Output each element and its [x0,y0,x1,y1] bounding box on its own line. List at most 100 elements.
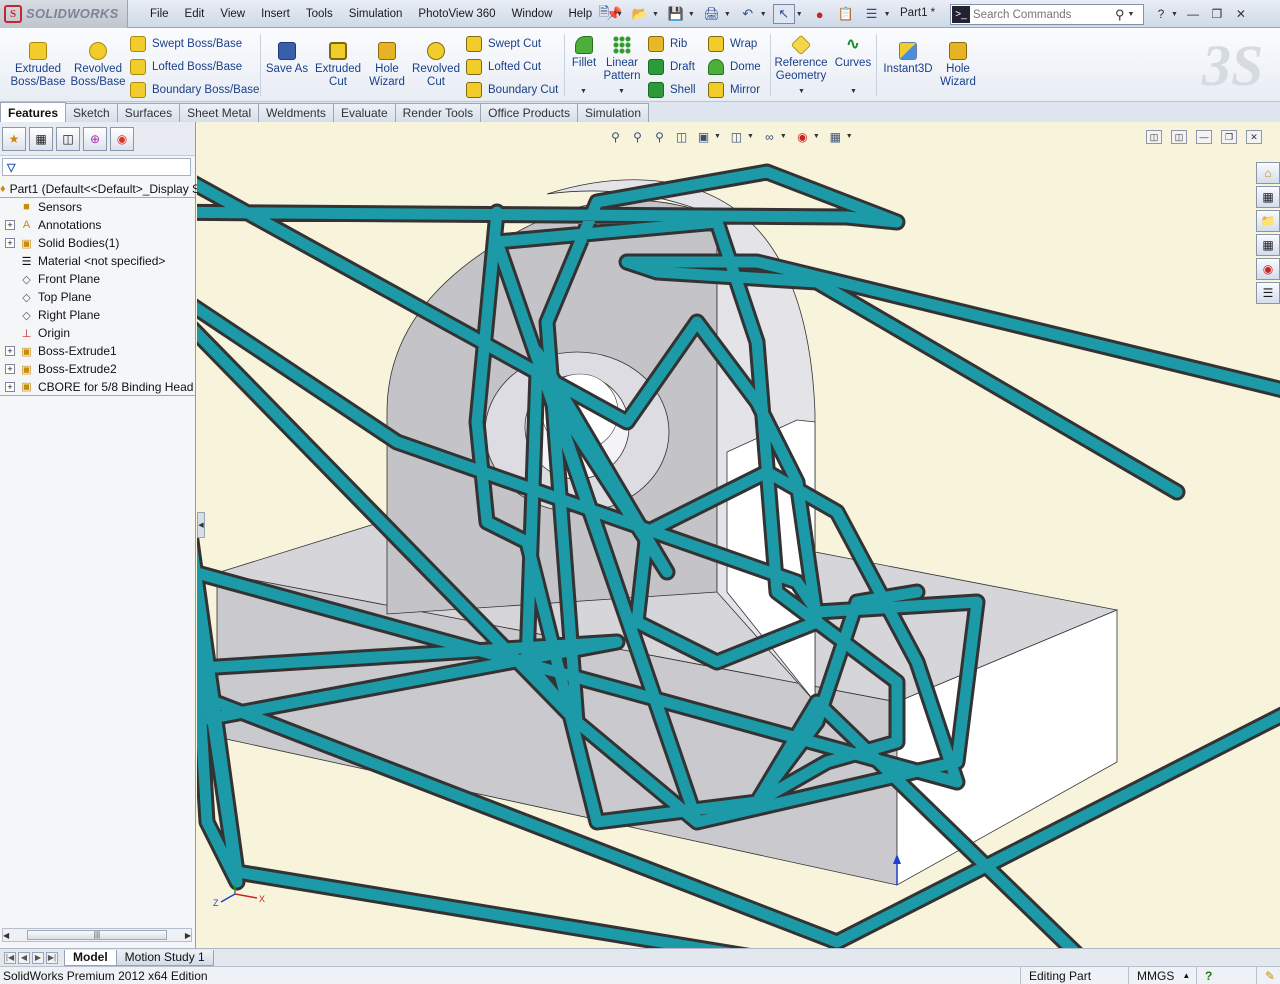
tree-item-annotations[interactable]: + A Annotations [0,216,195,234]
chevron-down-icon[interactable]: ▼ [760,11,767,18]
viewport-tile-icon[interactable]: ◫ [1146,130,1162,144]
design-library-icon[interactable]: ▦ [1256,186,1280,208]
boundary-cut-button[interactable]: Boundary Cut [466,81,558,99]
undo-icon[interactable]: ↶ [737,4,759,24]
chevron-down-icon[interactable]: ▼ [796,11,803,18]
select-cursor-icon[interactable]: ↖ [772,4,795,24]
viewport-close-icon[interactable]: ✕ [1246,130,1262,144]
view-palette-icon[interactable]: ▦ [1256,234,1280,256]
panel-collapse-handle[interactable]: ◀ [197,512,205,538]
search-icon[interactable]: ⚲ [1115,7,1125,23]
viewport-minimize-icon[interactable]: — [1196,130,1212,144]
tree-item-origin[interactable]: ⊥ Origin [0,324,195,342]
tree-filter[interactable]: ▽ [2,158,191,176]
curves-button[interactable]: ∿ Curves [834,36,872,70]
help-status-icon[interactable]: ? [1196,966,1256,984]
units-selector[interactable]: MMGS ▲ [1128,966,1196,984]
tree-item-right-plane[interactable]: ◇ Right Plane [0,306,195,324]
custom-properties-icon[interactable]: ☰ [1256,282,1280,304]
previous-view-icon[interactable]: ⚲ [651,128,668,145]
lofted-cut-button[interactable]: Lofted Cut [466,58,541,76]
feature-manager-icon[interactable]: ★ [2,126,26,151]
display-style-icon[interactable]: ◫ [728,128,745,145]
menu-file[interactable]: File [142,8,177,20]
scrollbar-thumb[interactable]: ||| [27,930,167,940]
chevron-down-icon[interactable]: ▼ [798,88,805,95]
dome-button[interactable]: Dome [708,58,761,76]
close-icon[interactable]: ✕ [1230,4,1252,24]
graphics-area[interactable]: X Z ⚲ ⚲ ⚲ ◫ ▣ ▼ ◫ ▼ ∞ ▼ ◉ ▼ ▦ ▼ ◫ ◫ — ❐ ✕ ⌂ ▦… [197,122,1280,948]
extruded-cut-button[interactable]: Extruded Cut [312,42,364,89]
chevron-down-icon[interactable]: ▼ [1171,11,1178,18]
edit-appearance-icon[interactable]: ◉ [794,128,811,145]
configuration-manager-icon[interactable]: ◫ [56,126,80,151]
last-tab-icon[interactable]: ▶| [46,951,58,964]
menu-insert[interactable]: Insert [253,8,298,20]
hole-wizard-button[interactable]: Hole Wizard [364,42,410,89]
filter-icon[interactable]: ▽ [7,161,15,174]
viewport-restore-icon[interactable]: ❐ [1221,130,1237,144]
hole-wizard-2-button[interactable]: Hole Wizard [936,42,980,89]
dimxpert-icon[interactable]: ⊕ [83,126,107,151]
tree-item-material[interactable]: ☰ Material <not specified> [0,252,195,270]
instant3d-button[interactable]: Instant3D [880,42,936,76]
chevron-down-icon[interactable]: ▼ [618,88,625,95]
tab-office-products[interactable]: Office Products [480,103,578,122]
solidworks-resources-icon[interactable]: ⌂ [1256,162,1280,184]
rebuild-traffic-light-icon[interactable]: ● [809,4,831,24]
extruded-boss-button[interactable]: Extruded Boss/Base [8,42,68,89]
print-icon[interactable]: 🖨 [701,4,723,24]
scroll-right-icon[interactable]: ▶ [185,931,191,940]
revolved-cut-button[interactable]: Revolved Cut [410,42,462,89]
tree-horizontal-scrollbar[interactable]: ◀ ||| ▶ [2,928,192,942]
tab-sketch[interactable]: Sketch [65,103,118,122]
tree-item-sensors[interactable]: ■ Sensors [0,198,195,216]
chevron-down-icon[interactable]: ▼ [813,133,820,140]
rebuild-status-icon[interactable]: ✎ [1256,966,1280,984]
section-view-icon[interactable]: ◫ [673,128,690,145]
tab-render-tools[interactable]: Render Tools [394,103,482,122]
fillet-button[interactable]: Fillet [568,36,600,70]
tab-features[interactable]: Features [0,102,67,122]
chevron-down-icon[interactable]: ▼ [688,11,695,18]
restore-icon[interactable]: ❐ [1206,4,1228,24]
viewport-split-icon[interactable]: ◫ [1171,130,1187,144]
menu-photoview[interactable]: PhotoView 360 [410,8,503,20]
menu-edit[interactable]: Edit [177,8,213,20]
expand-icon[interactable]: + [5,346,15,356]
chevron-down-icon[interactable]: ▼ [724,11,731,18]
file-properties-icon[interactable]: 📋 [835,4,857,24]
view-orientation-icon[interactable]: ▣ [695,128,712,145]
expand-icon[interactable]: + [5,238,15,248]
tree-item-boss-extrude2[interactable]: + ▣ Boss-Extrude2 [0,360,195,378]
new-document-icon[interactable]: 🗎 [593,4,615,24]
model-view[interactable]: X Z [197,122,1280,948]
tree-item-top-plane[interactable]: ◇ Top Plane [0,288,195,306]
boundary-boss-button[interactable]: Boundary Boss/Base [130,81,259,99]
expand-icon[interactable]: + [5,364,15,374]
lofted-boss-button[interactable]: Lofted Boss/Base [130,58,242,76]
menu-simulation[interactable]: Simulation [341,8,411,20]
tab-sheet-metal[interactable]: Sheet Metal [179,103,260,122]
help-icon[interactable]: ? [1150,4,1172,24]
next-tab-icon[interactable]: ▶ [32,951,44,964]
property-manager-icon[interactable]: ▦ [29,126,53,151]
swept-cut-button[interactable]: Swept Cut [466,35,541,53]
draft-button[interactable]: Draft [648,58,695,76]
zoom-to-fit-icon[interactable]: ⚲ [607,128,624,145]
tree-item-boss-extrude1[interactable]: + ▣ Boss-Extrude1 [0,342,195,360]
menu-window[interactable]: Window [504,8,561,20]
scroll-left-icon[interactable]: ◀ [3,931,9,940]
wrap-button[interactable]: Wrap [708,35,757,53]
chevron-down-icon[interactable]: ▼ [747,133,754,140]
display-manager-icon[interactable]: ◉ [110,126,134,151]
appearances-icon[interactable]: ◉ [1256,258,1280,280]
rib-button[interactable]: Rib [648,35,687,53]
chevron-down-icon[interactable]: ▼ [846,133,853,140]
chevron-down-icon[interactable]: ▼ [616,11,623,18]
tree-item-front-plane[interactable]: ◇ Front Plane [0,270,195,288]
chevron-down-icon[interactable]: ▼ [714,133,721,140]
menu-view[interactable]: View [212,8,253,20]
tree-root-part[interactable]: ♦ Part1 (Default<<Default>_Display State… [0,180,241,198]
tab-motion-study[interactable]: Motion Study 1 [115,949,214,966]
